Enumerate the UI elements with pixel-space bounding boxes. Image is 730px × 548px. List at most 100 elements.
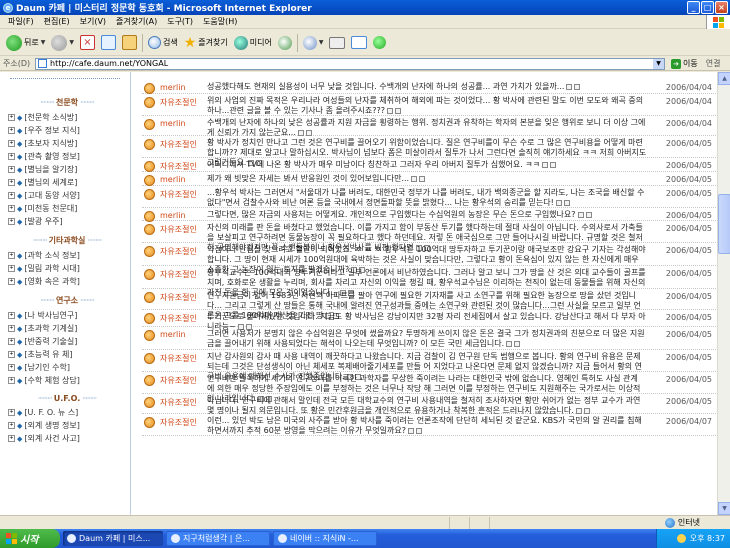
- back-button[interactable]: 뒤로 ▼: [3, 32, 48, 54]
- expand-box-icon[interactable]: +: [8, 140, 15, 147]
- menu-file[interactable]: 파일(F): [3, 16, 39, 27]
- media-button[interactable]: 미디어: [231, 32, 275, 54]
- address-input[interactable]: http://cafe.daum.net/YONGAL ▼: [35, 57, 665, 70]
- print-button[interactable]: [326, 32, 348, 54]
- comment-author[interactable]: 자유조절인: [160, 417, 197, 428]
- expand-box-icon[interactable]: +: [8, 218, 15, 225]
- reply-icon[interactable]: [411, 175, 418, 182]
- expand-box-icon[interactable]: +: [8, 265, 15, 272]
- minimize-button[interactable]: _: [687, 1, 700, 14]
- expand-box-icon[interactable]: +: [8, 205, 15, 212]
- expand-box-icon[interactable]: +: [8, 192, 15, 199]
- refresh-button[interactable]: [98, 32, 119, 54]
- favorites-button[interactable]: ★ 즐겨찾기: [181, 32, 231, 54]
- forward-button[interactable]: ▼: [48, 32, 77, 54]
- scroll-thumb[interactable]: [718, 194, 730, 254]
- comment-author[interactable]: 자유조절인: [160, 397, 197, 408]
- delete-icon[interactable]: [514, 340, 521, 347]
- expand-box-icon[interactable]: +: [8, 325, 15, 332]
- delete-icon[interactable]: [305, 129, 312, 136]
- sidebar-item[interactable]: + ◆ [미천동 천문대]: [8, 202, 126, 215]
- links-button[interactable]: 연결: [706, 58, 721, 69]
- expand-box-icon[interactable]: +: [8, 377, 15, 384]
- expand-box-icon[interactable]: +: [8, 179, 15, 186]
- sidebar-item[interactable]: + ◆ [초보자 지식방]: [8, 137, 126, 150]
- comment-author[interactable]: 자유조절인: [160, 189, 197, 200]
- delete-icon[interactable]: [395, 107, 402, 114]
- reply-icon[interactable]: [387, 107, 394, 114]
- home-button[interactable]: [119, 32, 140, 54]
- reply-icon[interactable]: [407, 427, 414, 434]
- delete-icon[interactable]: [563, 199, 570, 206]
- delete-icon[interactable]: [550, 161, 556, 168]
- chevron-down-icon[interactable]: ▼: [41, 39, 46, 46]
- menu-view[interactable]: 보기(V): [75, 16, 111, 27]
- taskbar-item-earth[interactable]: 지구처럼생각 | 은...: [166, 531, 270, 546]
- expand-box-icon[interactable]: +: [8, 351, 15, 358]
- go-button[interactable]: ➔ 이동: [671, 58, 698, 69]
- comment-author[interactable]: 자유조절인: [160, 97, 197, 108]
- sidebar-item[interactable]: + ◆ [반중력 기술실]: [8, 335, 126, 348]
- expand-box-icon[interactable]: +: [8, 127, 15, 134]
- close-button[interactable]: ×: [715, 1, 728, 14]
- scroll-down-button[interactable]: ▼: [718, 502, 730, 515]
- chevron-down-icon[interactable]: ▼: [653, 58, 664, 69]
- scroll-up-button[interactable]: ▲: [718, 72, 730, 85]
- comment-author[interactable]: 자유조절인: [160, 224, 197, 235]
- sidebar-item[interactable]: + ◆ [초과학 기계실]: [8, 322, 126, 335]
- expand-box-icon[interactable]: +: [8, 364, 15, 371]
- reply-icon[interactable]: [542, 161, 548, 168]
- sidebar-item[interactable]: + ◆ [나 박사님연구]: [8, 309, 126, 322]
- edit-button[interactable]: [348, 32, 370, 54]
- delete-icon[interactable]: [419, 175, 426, 182]
- mail-button[interactable]: ▼: [300, 32, 327, 54]
- menu-favorites[interactable]: 즐겨찾기(A): [111, 16, 162, 27]
- expand-box-icon[interactable]: +: [8, 166, 15, 173]
- sidebar-item[interactable]: + ◆ [U. F. O. 뉴 스]: [8, 406, 126, 419]
- expand-box-icon[interactable]: +: [8, 252, 15, 259]
- menu-tools[interactable]: 도구(T): [162, 16, 198, 27]
- menu-help[interactable]: 도움말(H): [198, 16, 242, 27]
- reply-icon[interactable]: [297, 129, 304, 136]
- comment-author[interactable]: merlin: [160, 119, 186, 128]
- tray-icon[interactable]: [676, 534, 686, 543]
- comment-author[interactable]: merlin: [160, 175, 186, 184]
- reply-icon[interactable]: [506, 340, 513, 347]
- delete-icon[interactable]: [415, 427, 422, 434]
- comment-author[interactable]: 자유조절인: [160, 292, 197, 303]
- expand-box-icon[interactable]: +: [8, 409, 15, 416]
- sidebar-item[interactable]: + ◆ [발광 우주]: [8, 215, 126, 228]
- sidebar-item[interactable]: + ◆ [고대 동양 서양]: [8, 189, 126, 202]
- sidebar-item[interactable]: + ◆ [외계 생명 정보]: [8, 419, 126, 432]
- comment-author[interactable]: merlin: [160, 330, 186, 339]
- sidebar-item[interactable]: + ◆ [남기인 수학]: [8, 361, 126, 374]
- expand-box-icon[interactable]: +: [8, 114, 15, 121]
- start-button[interactable]: 시작: [0, 529, 60, 548]
- sidebar-item[interactable]: + ◆ [외계 사건 사고]: [8, 432, 126, 445]
- expand-box-icon[interactable]: +: [8, 435, 15, 442]
- comment-author[interactable]: merlin: [160, 83, 186, 92]
- reply-icon[interactable]: [575, 407, 582, 414]
- expand-box-icon[interactable]: +: [8, 422, 15, 429]
- sidebar-item[interactable]: + ◆ [초능력 유 체]: [8, 348, 126, 361]
- comment-author[interactable]: 자유조절인: [160, 353, 197, 364]
- search-button[interactable]: 검색: [145, 32, 181, 54]
- comment-author[interactable]: 자유조절인: [160, 246, 197, 257]
- sidebar-item[interactable]: + ◆ [관측 촬영 정보]: [8, 150, 126, 163]
- menu-edit[interactable]: 편집(E): [39, 16, 75, 27]
- taskbar-item-daum-cafe[interactable]: Daum 카페 | 미스...: [63, 531, 163, 546]
- comment-author[interactable]: 자유조절인: [160, 375, 197, 386]
- sidebar-item[interactable]: + ◆ [수학 체험 상담]: [8, 374, 126, 387]
- maximize-button[interactable]: □: [701, 1, 714, 14]
- messenger-button[interactable]: [370, 32, 389, 54]
- chevron-down-icon[interactable]: ▼: [319, 39, 324, 46]
- sidebar-item[interactable]: + ◆ [과학 소식 정보]: [8, 249, 126, 262]
- comment-author[interactable]: 자유조절인: [160, 139, 197, 150]
- vertical-scrollbar[interactable]: ▲ ▼: [717, 72, 730, 515]
- sidebar-item[interactable]: + ◆ [천문학 소식방]: [8, 111, 126, 124]
- expand-box-icon[interactable]: +: [8, 278, 15, 285]
- sidebar-item[interactable]: + ◆ [별님을 알기장]: [8, 163, 126, 176]
- chevron-down-icon[interactable]: ▼: [69, 39, 74, 46]
- comment-author[interactable]: 자유조절인: [160, 313, 197, 324]
- sidebar-item[interactable]: + ◆ [별님의 세계로]: [8, 176, 126, 189]
